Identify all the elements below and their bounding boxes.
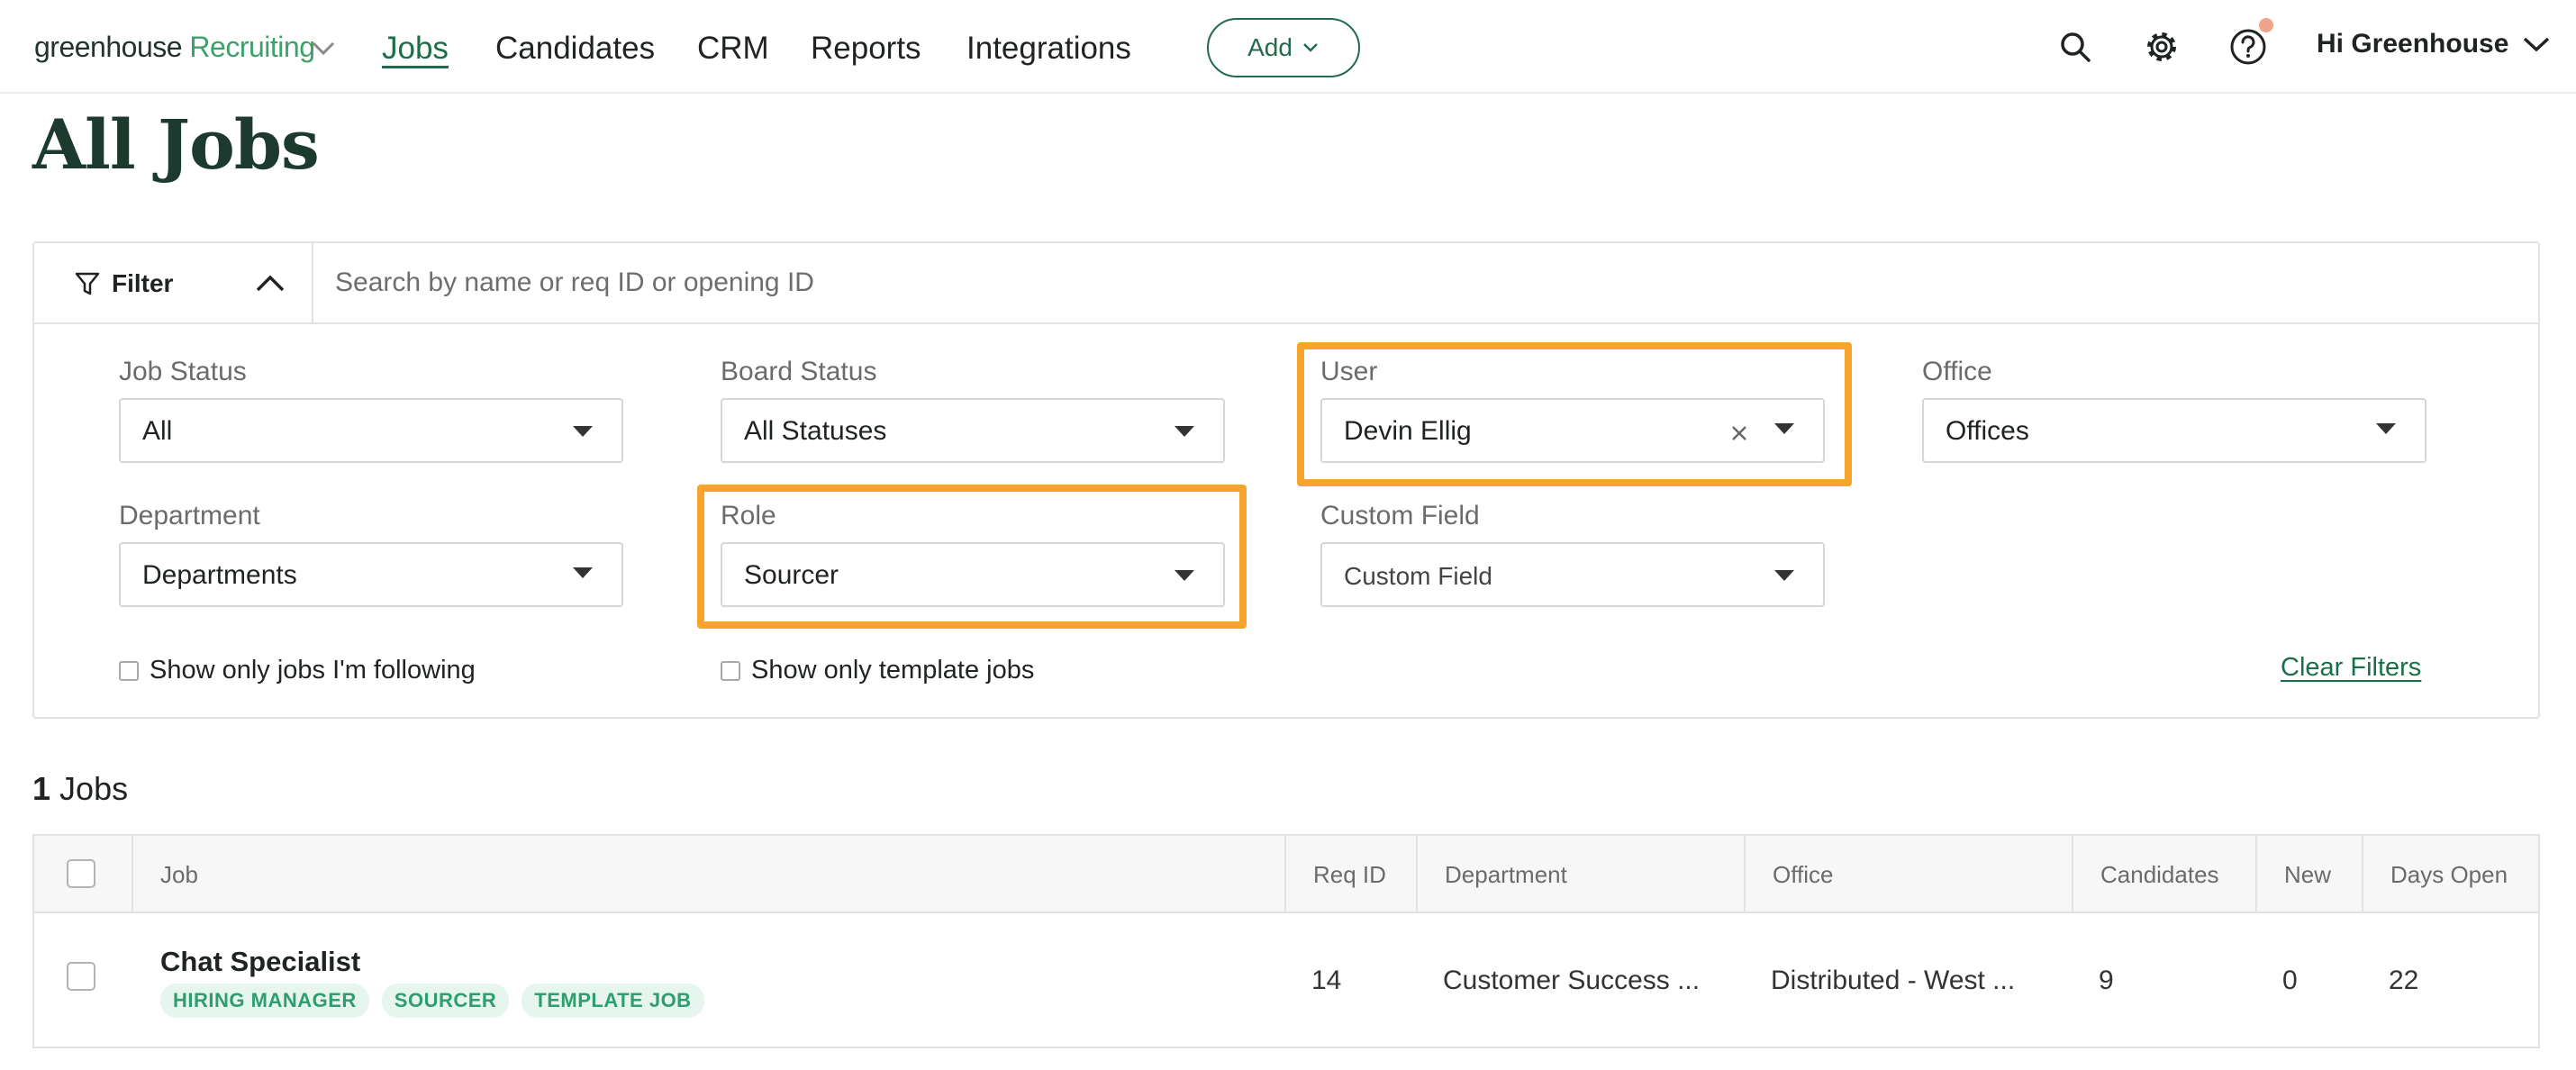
tag-sourcer: SOURCER <box>381 984 510 1018</box>
nav-integrations[interactable]: Integrations <box>966 31 1131 67</box>
table-header: Job Req ID Department Office Candidates … <box>34 836 2538 913</box>
logo-suffix: Recruiting <box>189 31 315 63</box>
following-only-label: Show only jobs I'm following <box>150 656 476 685</box>
role-value: Sourcer <box>744 560 839 590</box>
board-status-label: Board Status <box>721 357 877 386</box>
office-label: Office <box>1922 357 1992 386</box>
user-menu[interactable]: Hi Greenhouse <box>2317 29 2552 59</box>
filter-panel: Filter Job Status All Board Status All S… <box>32 241 2540 719</box>
filter-label: Filter <box>112 269 174 297</box>
tag-hiring-manager: HIRING MANAGER <box>160 984 369 1018</box>
nav-crm[interactable]: CRM <box>697 31 769 67</box>
cell-department: Customer Success ... <box>1443 966 1701 995</box>
checkbox-box[interactable] <box>119 660 139 681</box>
col-job[interactable]: Job <box>132 836 1284 913</box>
job-status-select[interactable]: All <box>119 398 623 463</box>
job-status-label: Job Status <box>119 357 247 386</box>
caret-down-icon <box>573 426 593 437</box>
custom-field-select[interactable]: Custom Field <box>1320 542 1825 607</box>
clear-icon[interactable] <box>1728 422 1751 445</box>
logo-text: greenhouse <box>34 31 183 63</box>
cell-candidates[interactable]: 9 <box>2099 966 2114 996</box>
top-nav: greenhouse Recruiting Jobs Candidates CR… <box>0 0 2576 94</box>
caret-down-icon <box>2376 423 2396 434</box>
search-button[interactable] <box>2054 25 2097 68</box>
office-select[interactable]: Offices <box>1922 398 2426 463</box>
chevron-down-icon <box>2524 37 2550 52</box>
col-department[interactable]: Department <box>1416 836 1744 913</box>
role-select[interactable]: Sourcer <box>721 542 1225 607</box>
caret-down-icon <box>1774 423 1794 434</box>
job-search-input[interactable] <box>313 243 2538 324</box>
job-name-link[interactable]: Chat Specialist <box>160 946 360 978</box>
template-only-checkbox[interactable]: Show only template jobs <box>721 656 1034 685</box>
add-button-label: Add <box>1247 33 1293 61</box>
cell-req-id: 14 <box>1311 966 1342 995</box>
col-days-open[interactable]: Days Open <box>2362 836 2540 913</box>
caret-down-icon <box>573 567 593 578</box>
nav-jobs[interactable]: Jobs <box>382 31 449 67</box>
nav-candidates[interactable]: Candidates <box>495 31 655 67</box>
cell-days-open: 22 <box>2389 966 2419 995</box>
help-icon <box>2230 29 2266 65</box>
col-candidates[interactable]: Candidates <box>2072 836 2255 913</box>
col-office[interactable]: Office <box>1744 836 2072 913</box>
role-label: Role <box>721 501 776 530</box>
col-req-id[interactable]: Req ID <box>1284 836 1416 913</box>
jobs-table: Job Req ID Department Office Candidates … <box>32 834 2540 1048</box>
tag-template-job: TEMPLATE JOB <box>522 984 704 1018</box>
custom-field-value: Custom Field <box>1344 562 1492 590</box>
user-label: User <box>1320 357 1378 386</box>
user-select[interactable]: Devin Ellig <box>1320 398 1825 463</box>
clear-filters-link[interactable]: Clear Filters <box>2281 653 2421 683</box>
office-value: Offices <box>1946 416 2029 446</box>
caret-down-icon <box>1175 570 1194 581</box>
user-greeting: Hi Greenhouse <box>2317 29 2509 59</box>
page-title: All Jobs <box>32 104 320 185</box>
job-status-value: All <box>142 416 173 446</box>
following-only-checkbox[interactable]: Show only jobs I'm following <box>119 656 476 685</box>
department-label: Department <box>119 501 260 530</box>
board-status-select[interactable]: All Statuses <box>721 398 1225 463</box>
add-button[interactable]: Add <box>1207 18 1360 77</box>
table-row[interactable] <box>34 913 2538 1048</box>
nav-reports[interactable]: Reports <box>811 31 921 67</box>
chevron-up-icon <box>256 275 285 292</box>
checkbox-box[interactable] <box>721 660 740 681</box>
caret-down-icon <box>1175 426 1194 437</box>
chevron-down-icon <box>1303 43 1318 52</box>
caret-down-icon <box>1774 570 1794 581</box>
chevron-down-icon[interactable] <box>310 38 337 59</box>
select-all-cell <box>34 836 132 913</box>
select-all-checkbox[interactable] <box>67 859 95 888</box>
department-value: Departments <box>142 560 297 590</box>
notification-dot <box>2259 18 2273 32</box>
filter-icon <box>75 272 100 295</box>
user-value: Devin Ellig <box>1344 416 1472 446</box>
cell-new[interactable]: 0 <box>2282 966 2298 996</box>
job-tags: HIRING MANAGER SOURCER TEMPLATE JOB <box>160 984 704 1018</box>
department-select[interactable]: Departments <box>119 542 623 607</box>
settings-button[interactable] <box>2140 25 2183 68</box>
jobs-count: 1 Jobs <box>32 770 128 808</box>
custom-field-label: Custom Field <box>1320 501 1480 530</box>
filter-toggle[interactable]: Filter <box>34 243 313 324</box>
jobs-count-number: 1 <box>32 770 51 807</box>
col-new[interactable]: New <box>2255 836 2362 913</box>
row-checkbox[interactable] <box>67 962 95 991</box>
gear-icon <box>2147 32 2176 61</box>
cell-office: Distributed - West ... <box>1771 966 2016 995</box>
template-only-label: Show only template jobs <box>751 656 1035 685</box>
search-icon <box>2061 32 2091 62</box>
logo[interactable]: greenhouse Recruiting <box>34 31 315 64</box>
board-status-value: All Statuses <box>744 416 887 446</box>
jobs-count-suffix: Jobs <box>59 770 129 807</box>
